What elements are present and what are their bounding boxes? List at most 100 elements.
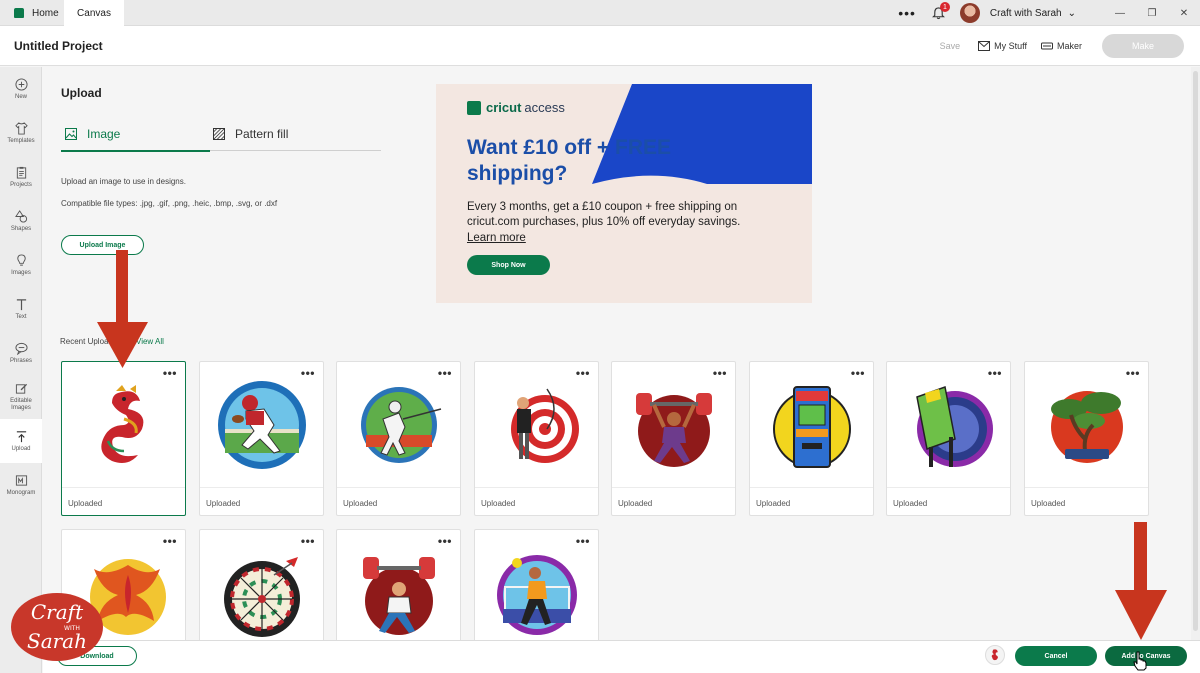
more-options-icon[interactable]: ••• xyxy=(576,534,590,548)
minimize-icon[interactable]: — xyxy=(1104,8,1136,19)
upload-card[interactable]: ••• Uploaded xyxy=(61,361,186,516)
close-icon[interactable]: ✕ xyxy=(1168,8,1200,19)
more-options-icon[interactable]: ••• xyxy=(163,534,177,548)
sidebar: New Templates Projects Shapes Images Tex… xyxy=(0,67,42,673)
shapes-icon xyxy=(14,209,27,223)
more-options-icon[interactable]: ••• xyxy=(851,366,865,380)
account-name[interactable]: Craft with Sarah xyxy=(990,8,1062,19)
logo-line1: Craft xyxy=(31,600,84,624)
sidebar-item-text[interactable]: Text xyxy=(0,287,42,331)
upload-card[interactable]: ••• Uploaded xyxy=(474,361,599,516)
arcade-machine-image xyxy=(750,362,873,487)
weightlifter-2-image xyxy=(337,530,460,655)
more-options-icon[interactable]: ••• xyxy=(1126,366,1140,380)
sidebar-item-label: Editable Images xyxy=(10,398,32,411)
upload-caption: Uploaded xyxy=(1025,487,1148,517)
more-options-icon[interactable]: ••• xyxy=(301,534,315,548)
weightlifter-image xyxy=(612,362,735,487)
cricut-access-logo: cricut access xyxy=(467,100,565,115)
sidebar-item-label: Templates xyxy=(7,137,35,144)
title-bar: Home Canvas ••• 1 Craft with Sarah ⌄ — ❐… xyxy=(0,0,1200,26)
upload-caption: Uploaded xyxy=(62,487,185,517)
tab-image-label: Image xyxy=(87,127,121,141)
sidebar-item-new[interactable]: New xyxy=(0,67,42,111)
more-options-icon[interactable]: ••• xyxy=(898,5,916,21)
logo-line3: Sarah xyxy=(27,629,87,653)
more-options-icon[interactable]: ••• xyxy=(301,366,315,380)
panel-title: Upload xyxy=(61,86,102,100)
sidebar-item-phrases[interactable]: Phrases xyxy=(0,331,42,375)
notification-badge: 1 xyxy=(939,2,950,12)
restore-icon[interactable]: ❐ xyxy=(1136,8,1168,19)
mail-icon xyxy=(978,41,991,51)
upload-caption: Uploaded xyxy=(612,487,735,517)
upload-tabs: Image Pattern fill xyxy=(61,122,381,152)
more-options-icon[interactable]: ••• xyxy=(576,366,590,380)
selected-image-preview xyxy=(985,645,1005,665)
lightbulb-icon xyxy=(16,253,26,266)
save-button[interactable]: Save xyxy=(940,41,961,51)
scrollbar-thumb[interactable] xyxy=(1193,71,1198,631)
cricut-access-ad[interactable]: cricut access Want £10 off + FREE shippi… xyxy=(436,84,812,303)
upload-caption: Uploaded xyxy=(200,487,323,517)
dragon-image xyxy=(62,362,185,487)
chevron-down-icon[interactable]: ⌄ xyxy=(1068,8,1076,19)
upload-caption: Uploaded xyxy=(337,487,460,517)
cancel-button[interactable]: Cancel xyxy=(1015,646,1097,666)
my-stuff-label: My Stuff xyxy=(994,41,1027,51)
upload-card[interactable]: ••• Uploaded xyxy=(611,361,736,516)
red-arrow-icon xyxy=(97,250,148,368)
machine-icon xyxy=(1040,42,1053,50)
sidebar-item-label: Images xyxy=(11,269,31,276)
learn-more-link[interactable]: Learn more xyxy=(467,232,526,244)
upload-card[interactable]: ••• Uploaded xyxy=(1024,361,1149,516)
upload-card[interactable]: ••• Uploaded xyxy=(886,361,1011,516)
sidebar-item-monogram[interactable]: Monogram xyxy=(0,463,42,507)
scrollbar[interactable] xyxy=(1191,67,1200,640)
cricut-logo-icon xyxy=(467,100,481,115)
sidebar-item-label: Projects xyxy=(10,181,32,188)
sidebar-item-shapes[interactable]: Shapes xyxy=(0,199,42,243)
text-icon xyxy=(16,298,26,310)
machine-label: Maker xyxy=(1056,41,1082,51)
upload-caption: Uploaded xyxy=(887,487,1010,517)
upload-icon xyxy=(16,430,26,442)
more-options-icon[interactable]: ••• xyxy=(438,534,452,548)
football-player-image xyxy=(200,362,323,487)
tab-home[interactable]: Home xyxy=(8,0,65,26)
tab-pattern-fill[interactable]: Pattern fill xyxy=(213,127,288,141)
more-options-icon[interactable]: ••• xyxy=(438,366,452,380)
page-title: Untitled Project xyxy=(14,39,103,53)
upload-card[interactable]: ••• Uploaded xyxy=(336,361,461,516)
more-options-icon[interactable]: ••• xyxy=(163,366,177,380)
machine-selector[interactable]: Maker xyxy=(1040,41,1082,51)
tab-image[interactable]: Image xyxy=(65,127,120,141)
sidebar-item-templates[interactable]: Templates xyxy=(0,111,42,155)
upload-card[interactable]: ••• Uploaded xyxy=(199,361,324,516)
shirt-icon xyxy=(14,121,28,135)
my-stuff-button[interactable]: My Stuff xyxy=(978,41,1027,51)
tab-pattern-label: Pattern fill xyxy=(235,127,289,141)
notification-bell[interactable]: 1 xyxy=(931,2,950,20)
bottom-action-bar: Download Cancel Add to Canvas xyxy=(43,640,1200,673)
more-options-icon[interactable]: ••• xyxy=(713,366,727,380)
sidebar-item-upload[interactable]: Upload xyxy=(0,419,42,463)
handball-player-image xyxy=(475,530,598,655)
sidebar-item-images[interactable]: Images xyxy=(0,243,42,287)
shop-now-button[interactable]: Shop Now xyxy=(467,255,550,275)
project-header: Untitled Project Save My Stuff Maker Mak… xyxy=(0,26,1200,66)
upload-description: Upload an image to use in designs. xyxy=(61,177,186,186)
upload-card[interactable]: ••• Uploaded xyxy=(749,361,874,516)
avatar[interactable] xyxy=(959,3,980,23)
sidebar-item-editable-images[interactable]: Editable Images xyxy=(0,375,42,419)
active-tab-indicator xyxy=(61,150,210,152)
sidebar-item-projects[interactable]: Projects xyxy=(0,155,42,199)
sidebar-item-label: Phrases xyxy=(9,357,32,364)
make-button[interactable]: Make xyxy=(1102,34,1184,58)
dragon-thumb-icon xyxy=(991,649,998,661)
more-options-icon[interactable]: ••• xyxy=(988,366,1002,380)
edit-image-icon xyxy=(15,383,27,394)
image-icon xyxy=(65,128,77,140)
tab-canvas[interactable]: Canvas xyxy=(64,0,124,26)
ad-headline: Want £10 off + FREE shipping? xyxy=(467,136,672,185)
